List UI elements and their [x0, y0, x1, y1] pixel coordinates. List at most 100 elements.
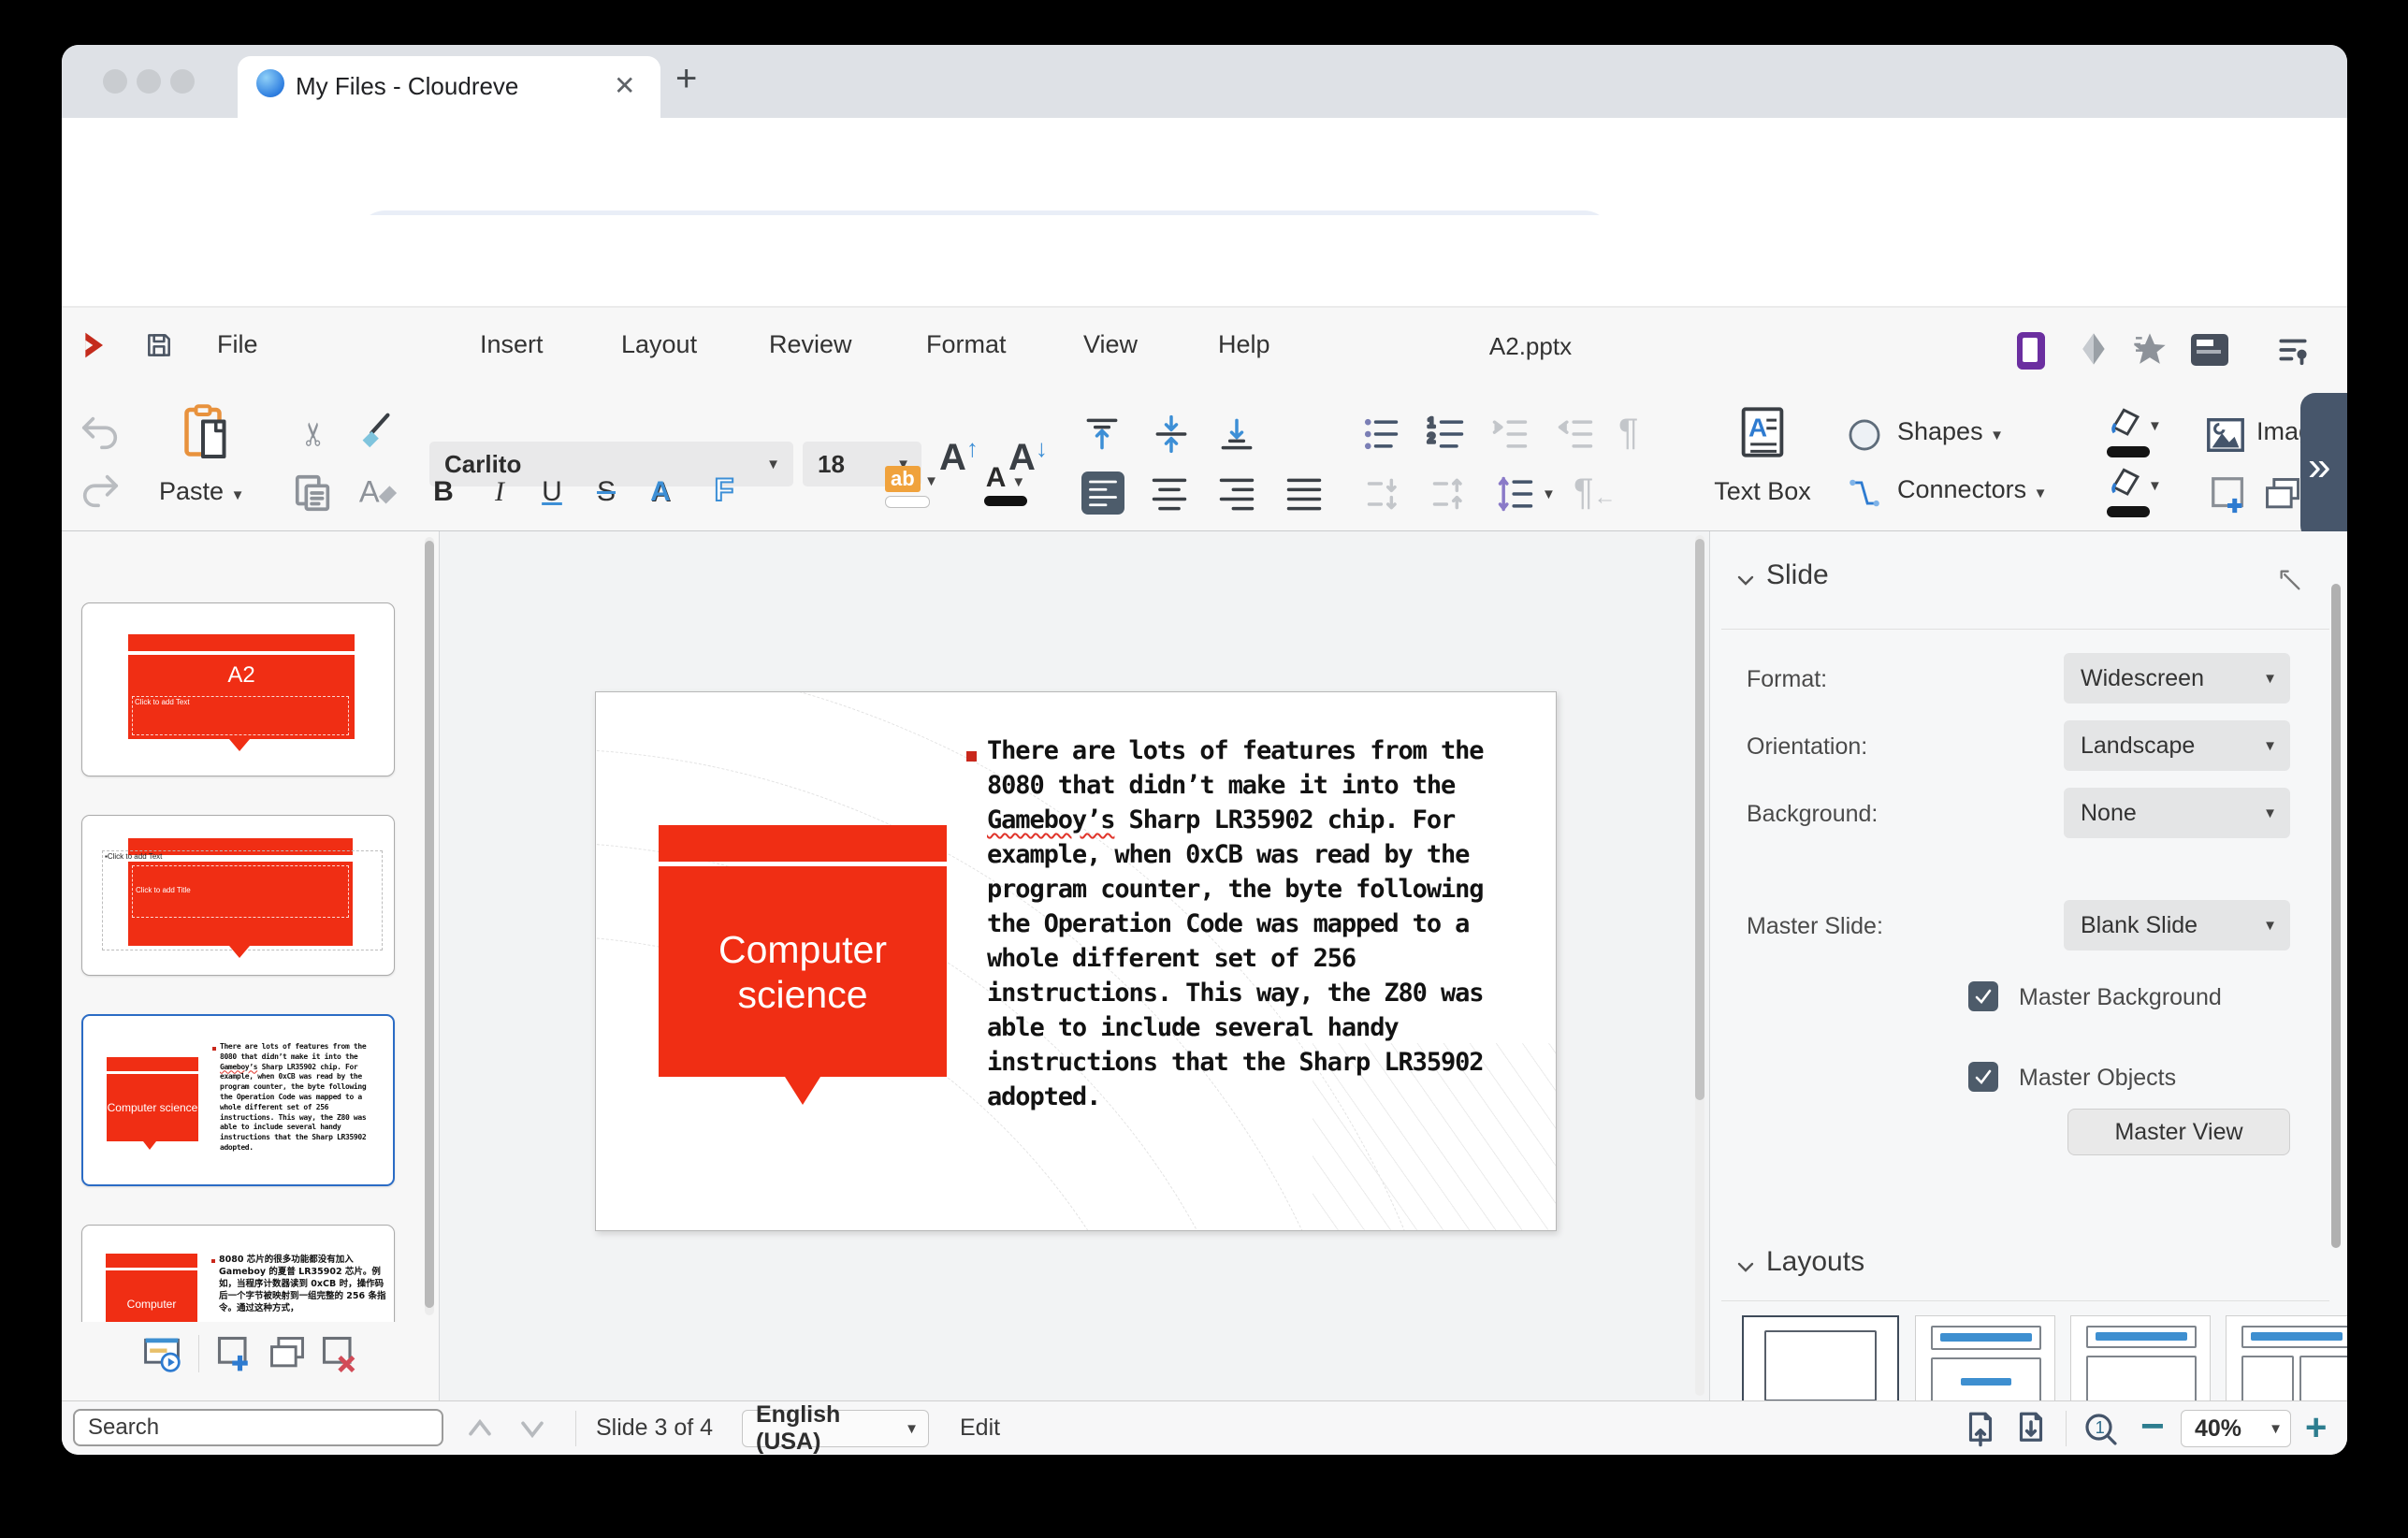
underline-icon[interactable]: U: [533, 472, 571, 513]
text-direction-icon[interactable]: ¶: [1618, 412, 1638, 454]
delete-slide-icon[interactable]: [318, 1333, 361, 1374]
zoom-level-select[interactable]: 40%▼: [2181, 1410, 2291, 1447]
slide-thumbnail-2[interactable]: ▪Click to add Text Click to add Title: [81, 815, 395, 976]
search-previous-icon[interactable]: [464, 1413, 496, 1444]
align-right-icon[interactable]: [1216, 473, 1257, 515]
slides-stack-icon[interactable]: [2262, 473, 2303, 516]
decrease-indent-icon[interactable]: [1489, 414, 1530, 455]
move-forward-icon[interactable]: [1429, 473, 1471, 515]
align-middle-icon[interactable]: [1151, 414, 1192, 455]
slide-thumbnail-1[interactable]: A2 Click to add Text: [81, 602, 395, 776]
panel-scrollbar-thumb[interactable]: [2331, 584, 2341, 1248]
format-painter-icon[interactable]: [354, 410, 397, 453]
font-color-icon[interactable]: A▼: [984, 462, 1027, 506]
traffic-light-zoom[interactable]: [170, 69, 195, 94]
menu-help[interactable]: Help: [1218, 330, 1270, 359]
image-icon[interactable]: [2204, 414, 2247, 457]
thumbnails-scrollbar-track[interactable]: [425, 537, 434, 1315]
clear-format-icon[interactable]: A: [355, 472, 399, 515]
canvas-scrollbar-track[interactable]: [1695, 535, 1704, 1396]
connectors-icon[interactable]: [1847, 475, 1882, 511]
move-backward-icon[interactable]: [1364, 473, 1405, 515]
save-icon[interactable]: [144, 330, 174, 360]
browser-tab[interactable]: My Files - Cloudreve ✕: [238, 56, 660, 118]
strikethrough-icon[interactable]: S: [587, 472, 625, 513]
undo-icon[interactable]: [79, 412, 122, 455]
gem-icon[interactable]: [2075, 330, 2112, 368]
menu-layout[interactable]: Layout: [621, 330, 697, 359]
slide-thumbnail-3-selected[interactable]: Computer science There are lots of featu…: [81, 1014, 395, 1186]
menu-file[interactable]: File: [217, 330, 258, 359]
callout-banner[interactable]: [659, 825, 947, 862]
shape-fill-icon[interactable]: ▼: [2107, 406, 2162, 457]
shapes-circle-icon[interactable]: [1847, 417, 1882, 453]
bullets-icon[interactable]: [1360, 414, 1401, 455]
redo-icon[interactable]: [79, 470, 122, 513]
new-tab-button[interactable]: +: [675, 58, 697, 100]
text-box-label[interactable]: Text Box: [1710, 477, 1815, 506]
traffic-light-minimize[interactable]: [137, 69, 161, 94]
format-select[interactable]: Widescreen▼: [2064, 653, 2290, 704]
master-slide-select[interactable]: Blank Slide▼: [2064, 900, 2290, 950]
favorites-star-icon[interactable]: [2131, 330, 2169, 368]
menu-view[interactable]: View: [1083, 330, 1138, 359]
add-placeholder-icon[interactable]: [2208, 473, 2251, 516]
zoom-in-icon[interactable]: +: [2305, 1407, 2327, 1449]
slide-fill-icon[interactable]: ▼: [2107, 466, 2162, 517]
mode-label[interactable]: Edit: [960, 1415, 1000, 1442]
zoom-out-icon[interactable]: −: [2140, 1403, 2165, 1450]
open-advanced-settings-icon[interactable]: [2277, 567, 2303, 593]
collapse-section-chevron-icon[interactable]: [1734, 569, 1757, 591]
increase-indent-icon[interactable]: [1555, 414, 1596, 455]
paste-icon[interactable]: [180, 402, 236, 464]
master-view-button[interactable]: Master View: [2067, 1109, 2290, 1155]
layouts-section-chevron-icon[interactable]: [1734, 1255, 1757, 1278]
fit-slide-icon[interactable]: [1961, 1409, 2000, 1448]
paragraph-settings-icon[interactable]: ¶←: [1574, 472, 1616, 514]
menu-review[interactable]: Review: [769, 330, 852, 359]
copy-icon[interactable]: [292, 472, 335, 515]
slide-body-text[interactable]: There are lots of features from the 8080…: [987, 733, 1511, 1114]
background-select[interactable]: None▼: [2064, 788, 2290, 838]
superscript-subscript-icon[interactable]: A: [642, 472, 679, 513]
bold-icon[interactable]: B: [425, 472, 462, 513]
traffic-light-close[interactable]: [103, 69, 127, 94]
line-spacing-icon[interactable]: [1495, 473, 1536, 515]
menu-format[interactable]: Format: [926, 330, 1007, 359]
orientation-select[interactable]: Landscape▼: [2064, 720, 2290, 771]
line-spacing-caret[interactable]: ▼: [1542, 486, 1556, 502]
align-bottom-icon[interactable]: [1216, 414, 1257, 455]
align-left-icon-active[interactable]: [1081, 472, 1124, 515]
highlight-color-icon[interactable]: ab ▼: [885, 466, 938, 508]
search-next-icon[interactable]: [516, 1413, 548, 1444]
search-input[interactable]: [73, 1409, 443, 1446]
thumbnails-scrollbar-thumb[interactable]: [425, 541, 434, 1308]
start-slideshow-icon[interactable]: [140, 1333, 183, 1374]
align-center-icon[interactable]: [1149, 473, 1190, 515]
fit-width-icon[interactable]: [2011, 1409, 2051, 1448]
callout-title-box[interactable]: Computer science: [659, 866, 947, 1077]
zoom-100-icon[interactable]: 1: [2082, 1411, 2120, 1448]
image-label[interactable]: Image: [2256, 417, 2301, 446]
align-top-icon[interactable]: [1081, 414, 1123, 455]
paste-label[interactable]: Paste ▼: [159, 477, 244, 506]
italic-icon[interactable]: I: [481, 472, 518, 513]
add-slide-icon[interactable]: [213, 1333, 256, 1374]
slide-3[interactable]: Computer science There are lots of featu…: [595, 691, 1557, 1231]
font-style-f-icon[interactable]: F: [705, 470, 743, 511]
shapes-label[interactable]: Shapes ▼: [1897, 417, 2004, 446]
cut-scissors-icon[interactable]: ✂: [294, 414, 335, 455]
slide-canvas[interactable]: Computer science There are lots of featu…: [440, 531, 1709, 1400]
duplicate-slide-icon[interactable]: [266, 1333, 309, 1374]
text-box-icon[interactable]: A: [1738, 404, 1787, 460]
tab-close-icon[interactable]: ✕: [614, 70, 635, 101]
canvas-scrollbar-thumb[interactable]: [1695, 539, 1704, 1100]
expand-toolbar-chevrons[interactable]: »: [2300, 393, 2347, 541]
card-icon[interactable]: [2191, 334, 2228, 366]
connectors-label[interactable]: Connectors ▼: [1897, 475, 2047, 504]
numbering-icon[interactable]: 12: [1426, 414, 1467, 455]
master-objects-checkbox[interactable]: [1968, 1062, 1998, 1092]
increase-font-icon[interactable]: A↑: [939, 434, 979, 479]
theme-icon[interactable]: [2017, 332, 2045, 370]
user-settings-icon[interactable]: [2275, 332, 2311, 368]
